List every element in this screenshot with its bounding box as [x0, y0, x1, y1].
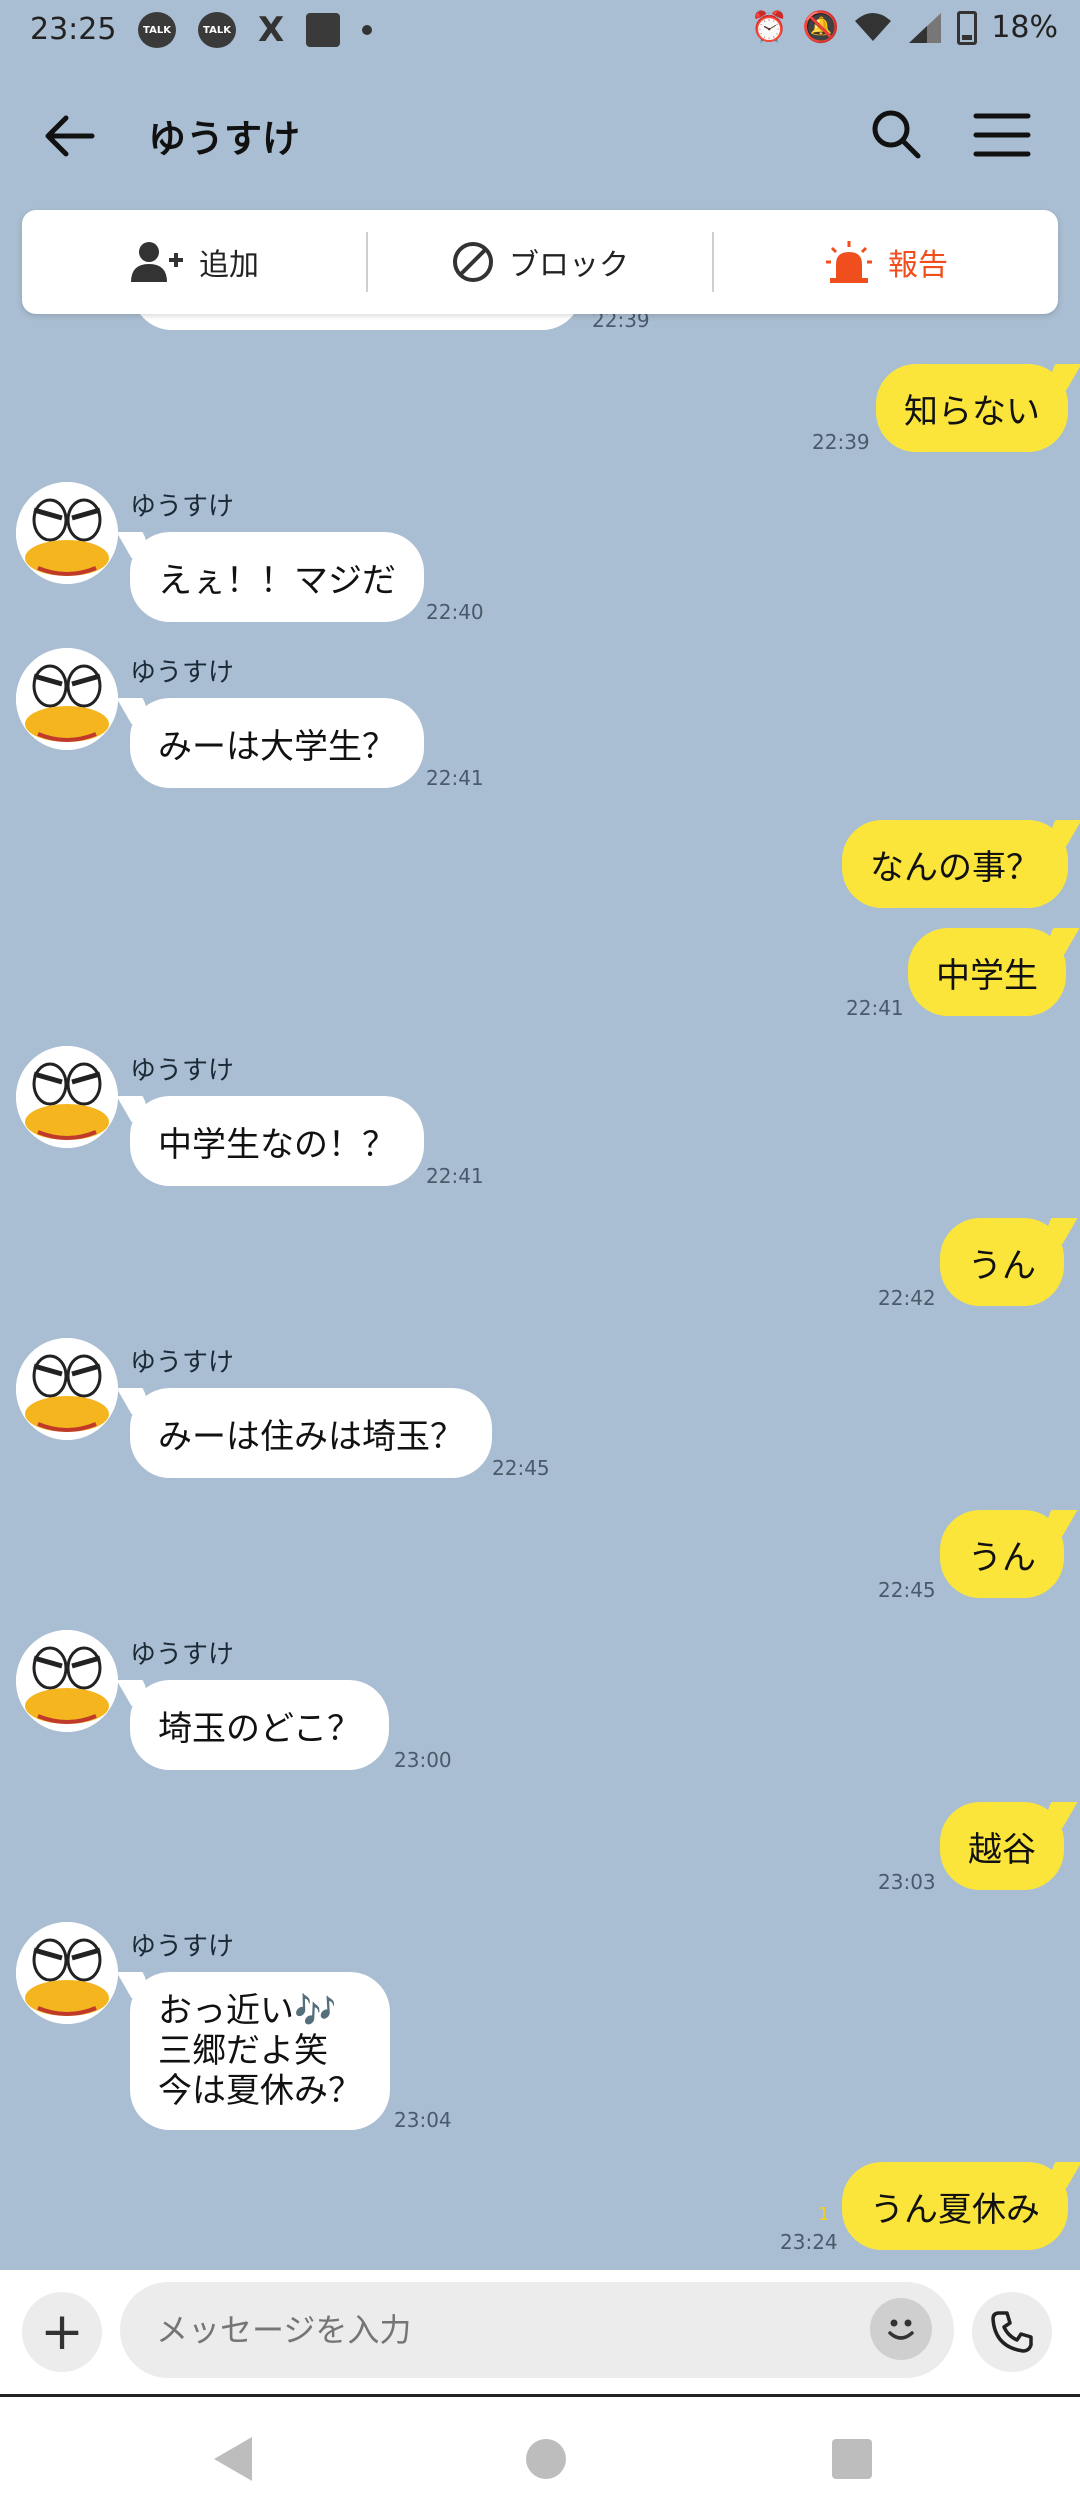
block-button[interactable]: ブロック — [366, 232, 712, 292]
avatar[interactable] — [16, 1630, 118, 1732]
avatar[interactable] — [16, 1338, 118, 1440]
sender-name: ゆうすけ — [130, 1056, 235, 1086]
message-text: みーは住みは埼玉？ — [158, 1416, 464, 1457]
avatar[interactable] — [16, 1922, 118, 2024]
message-time: 22:45 — [492, 1456, 550, 1480]
message-line: 三郷だよ笑 — [158, 2031, 328, 2071]
avatar[interactable] — [16, 1046, 118, 1148]
sender-name: ゆうすけ — [130, 1640, 235, 1670]
message-text: 中学生 — [936, 955, 1038, 996]
chat-header: ゆうすけ — [0, 70, 1080, 200]
report-label: 報告 — [888, 248, 948, 283]
message-time: 23:04 — [394, 2108, 452, 2132]
message-text: なんの事？ — [870, 847, 1040, 888]
outgoing-message[interactable]: うん — [940, 1218, 1064, 1306]
message-text: 知らない — [904, 391, 1040, 432]
siren-icon — [826, 241, 872, 283]
phone-icon[interactable] — [972, 2292, 1052, 2372]
message-text: えぇ！！マジだ — [158, 560, 396, 601]
avatar[interactable] — [16, 648, 118, 750]
incoming-message[interactable]: 埼玉のどこ？ — [130, 1680, 389, 1770]
outgoing-message[interactable]: うん夏休み — [842, 2162, 1068, 2250]
chat-area[interactable]: 22:39 知らない 22:39 ゆうすけ えぇ！！マジだ 22:40 ゆうすけ… — [0, 0, 1080, 2270]
plus-icon[interactable]: + — [22, 2292, 102, 2372]
message-text: みーは大学生？ — [158, 726, 396, 767]
message-text: うん夏休み — [870, 2189, 1040, 2230]
chat-title: ゆうすけ — [148, 117, 301, 161]
message-text: うん — [968, 1245, 1036, 1286]
emoji-icon[interactable] — [870, 2298, 932, 2360]
incoming-message[interactable]: えぇ！！マジだ — [130, 532, 424, 622]
message-text: 中学生なの！？ — [158, 1124, 396, 1165]
read-count: 1 — [818, 2204, 830, 2225]
message-input[interactable] — [120, 2282, 954, 2378]
message-line: おっ近い🎶 — [158, 1991, 337, 2031]
nav-recents-icon[interactable] — [832, 2439, 872, 2479]
block-icon — [453, 242, 493, 282]
message-text: 越谷 — [968, 1829, 1036, 1870]
sender-name: ゆうすけ — [130, 1932, 235, 1962]
message-time: 23:00 — [394, 1748, 452, 1772]
message-time: 22:42 — [878, 1286, 936, 1310]
message-time: 22:40 — [426, 600, 484, 624]
message-time: 22:41 — [426, 766, 484, 790]
friend-action-bar: 追加 ブロック 報告 — [22, 210, 1058, 314]
outgoing-message[interactable]: 知らない — [876, 364, 1068, 452]
back-arrow-icon[interactable] — [40, 106, 100, 166]
outgoing-message[interactable]: 越谷 — [940, 1802, 1064, 1890]
report-button[interactable]: 報告 — [712, 232, 1058, 292]
incoming-message[interactable]: おっ近い🎶 三郷だよ笑 今は夏休み？ — [130, 1972, 390, 2130]
sender-name: ゆうすけ — [130, 492, 235, 522]
block-label: ブロック — [509, 248, 629, 283]
message-time: 22:41 — [846, 996, 904, 1020]
sender-name: ゆうすけ — [130, 658, 235, 688]
hamburger-menu-icon[interactable] — [972, 110, 1032, 160]
message-time: 23:24 — [780, 2230, 838, 2254]
message-time: 22:45 — [878, 1578, 936, 1602]
message-text: うん — [968, 1537, 1036, 1578]
add-friend-button[interactable]: 追加 — [22, 232, 366, 292]
message-time: 22:39 — [812, 430, 870, 454]
incoming-message[interactable]: みーは大学生？ — [130, 698, 424, 788]
incoming-message[interactable]: 中学生なの！？ — [130, 1096, 424, 1186]
outgoing-message[interactable]: うん — [940, 1510, 1064, 1598]
search-icon[interactable] — [866, 104, 926, 164]
message-time: 23:03 — [878, 1870, 936, 1894]
outgoing-message[interactable]: 中学生 — [908, 928, 1066, 1016]
message-text: 埼玉のどこ？ — [158, 1708, 361, 1749]
sender-name: ゆうすけ — [130, 1348, 235, 1378]
incoming-message[interactable]: みーは住みは埼玉？ — [130, 1388, 492, 1478]
message-line: 今は夏休み？ — [158, 2071, 362, 2111]
nav-home-icon[interactable] — [526, 2439, 566, 2479]
message-time: 22:41 — [426, 1164, 484, 1188]
message-input-bar: + — [0, 2270, 1080, 2396]
nav-back-icon[interactable] — [214, 2437, 252, 2481]
system-navigation-bar — [0, 2394, 1080, 2520]
avatar[interactable] — [16, 482, 118, 584]
add-friend-icon — [131, 242, 183, 282]
add-label: 追加 — [199, 248, 259, 283]
outgoing-message[interactable]: なんの事？ — [842, 820, 1068, 908]
